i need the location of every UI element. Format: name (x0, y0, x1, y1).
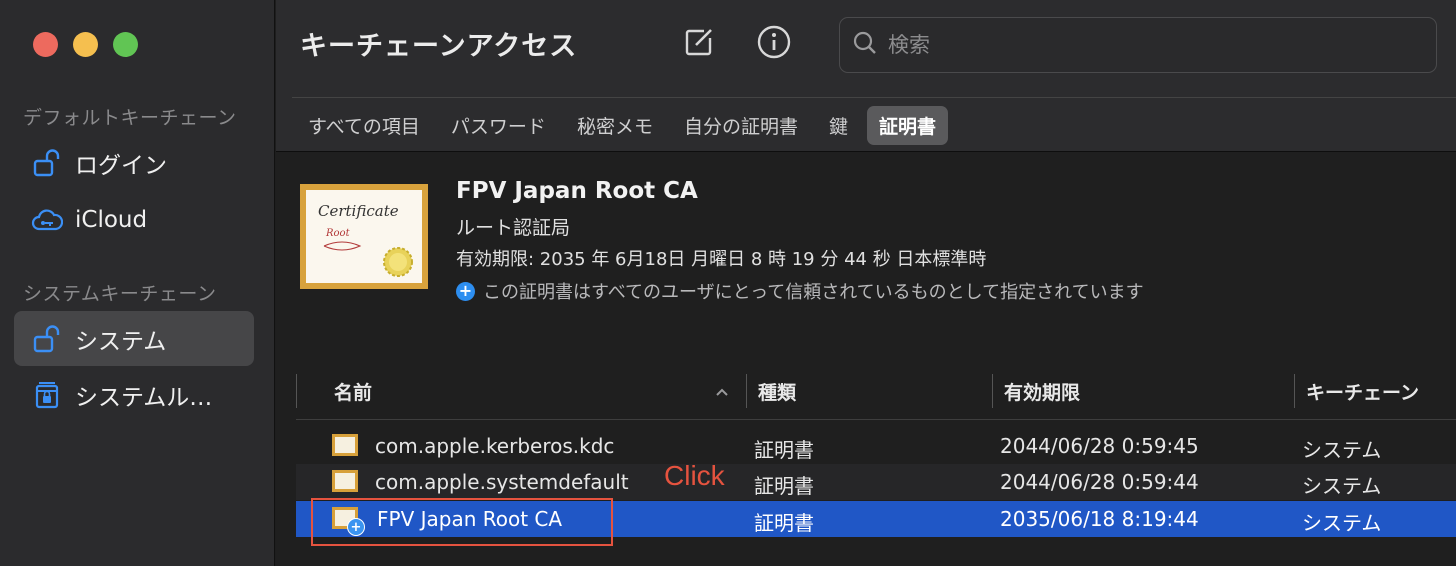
cell-name: com.apple.systemdefault (375, 470, 629, 494)
sidebar-item-label: システムル… (75, 384, 213, 411)
column-separator[interactable] (746, 374, 747, 408)
sidebar: デフォルトキーチェーン ログイン iCloud システムキーチェーン システム … (0, 0, 275, 566)
main-pane: キーチェーンアクセス すべての項目 パスワード 秘密メモ 自分の証明書 鍵 証明… (276, 0, 1456, 566)
compose-button[interactable] (679, 24, 719, 64)
cabinet-lock-icon (31, 379, 63, 411)
unlock-icon (31, 323, 63, 355)
sidebar-item-system[interactable]: システム (14, 311, 254, 366)
minimize-button[interactable] (73, 32, 98, 57)
divider (296, 419, 1456, 420)
search-field[interactable] (839, 17, 1437, 73)
cell-keychain: システム (1302, 438, 1382, 462)
tab-secure-notes[interactable]: 秘密メモ (565, 106, 665, 145)
sidebar-item-icloud[interactable]: iCloud (14, 192, 254, 247)
column-separator[interactable] (992, 374, 993, 408)
trust-status-text: この証明書はすべてのユーザにとって信頼されているものとして指定されています (483, 282, 1144, 303)
tab-passwords[interactable]: パスワード (439, 106, 558, 145)
info-icon (756, 24, 792, 64)
cell-kind: 証明書 (754, 511, 814, 535)
zoom-button[interactable] (113, 32, 138, 57)
cell-keychain: システム (1302, 474, 1382, 498)
sidebar-item-system-roots[interactable]: システムル… (14, 367, 254, 422)
tab-keys[interactable]: 鍵 (817, 106, 860, 145)
compose-icon (682, 25, 716, 63)
column-separator[interactable] (1294, 374, 1295, 408)
column-separator (296, 374, 297, 408)
search-icon (852, 30, 878, 60)
search-input[interactable] (888, 33, 1408, 57)
sort-ascending-icon[interactable] (714, 383, 730, 402)
tab-certificates[interactable]: 証明書 (866, 106, 948, 145)
cell-name: com.apple.kerberos.kdc (375, 434, 615, 458)
category-tabs: すべての項目 パスワード 秘密メモ 自分の証明書 鍵 証明書 (296, 106, 955, 145)
info-button[interactable] (754, 24, 794, 64)
cell-kind: 証明書 (754, 438, 814, 462)
cell-keychain: システム (1302, 511, 1382, 535)
sidebar-item-label: iCloud (75, 206, 148, 233)
certificate-type: ルート認証局 (456, 217, 571, 239)
cell-expires: 2044/06/28 0:59:45 (1000, 434, 1199, 458)
app-title: キーチェーンアクセス (300, 31, 578, 62)
cell-expires: 2035/06/18 8:19:44 (1000, 507, 1199, 531)
certificate-expiry: 有効期限: 2035 年 6月18日 月曜日 8 時 19 分 44 秒 日本標… (456, 249, 987, 270)
click-annotation-label: Click (664, 460, 725, 491)
unlock-icon (31, 147, 63, 179)
certificate-icon (332, 470, 360, 494)
window-controls (33, 32, 138, 57)
table-header: 名前 種類 有効期限 キーチェーン (276, 374, 1456, 410)
click-annotation-box (311, 498, 613, 546)
plus-icon: + (456, 281, 475, 301)
certificate-image: Certificate Root (300, 184, 428, 289)
seal-graphic (323, 241, 413, 277)
cell-kind: 証明書 (754, 474, 814, 498)
cloud-lock-icon (31, 204, 63, 236)
certificate-icon (332, 434, 360, 458)
sidebar-item-login[interactable]: ログイン (14, 135, 254, 190)
cell-expires: 2044/06/28 0:59:44 (1000, 470, 1199, 494)
table-row[interactable]: com.apple.systemdefault 証明書 2044/06/28 0… (296, 464, 1456, 500)
close-button[interactable] (33, 32, 58, 57)
table-row[interactable]: com.apple.kerberos.kdc 証明書 2044/06/28 0:… (296, 428, 1456, 464)
section-label-default: デフォルトキーチェーン (23, 107, 237, 129)
toolbar: キーチェーンアクセス すべての項目 パスワード 秘密メモ 自分の証明書 鍵 証明… (276, 0, 1456, 152)
section-label-system: システムキーチェーン (23, 283, 217, 305)
trust-status: + この証明書はすべてのユーザにとって信頼されているものとして指定されています (456, 278, 1144, 304)
tab-my-certificates[interactable]: 自分の証明書 (672, 106, 810, 145)
certificate-name: FPV Japan Root CA (456, 178, 698, 204)
sidebar-item-label: ログイン (75, 152, 167, 179)
column-header-kind[interactable]: 種類 (758, 378, 796, 405)
sidebar-item-label: システム (75, 328, 167, 355)
column-header-keychain[interactable]: キーチェーン (1306, 378, 1419, 405)
divider (292, 97, 1456, 98)
column-header-expires[interactable]: 有効期限 (1004, 378, 1080, 405)
tab-all-items[interactable]: すべての項目 (296, 106, 432, 145)
column-header-name[interactable]: 名前 (334, 378, 372, 405)
